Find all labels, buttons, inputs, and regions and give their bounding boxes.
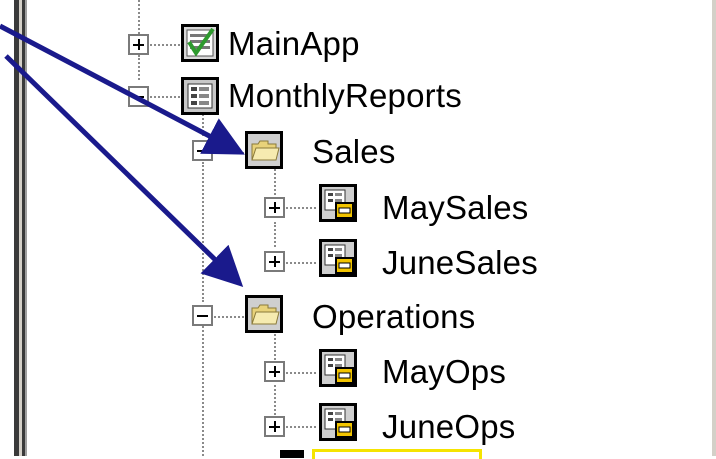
annotation-arrows bbox=[0, 23, 245, 287]
screenshot-stage: MainApp MonthlyReports Sales MaySales Ju… bbox=[0, 0, 716, 459]
